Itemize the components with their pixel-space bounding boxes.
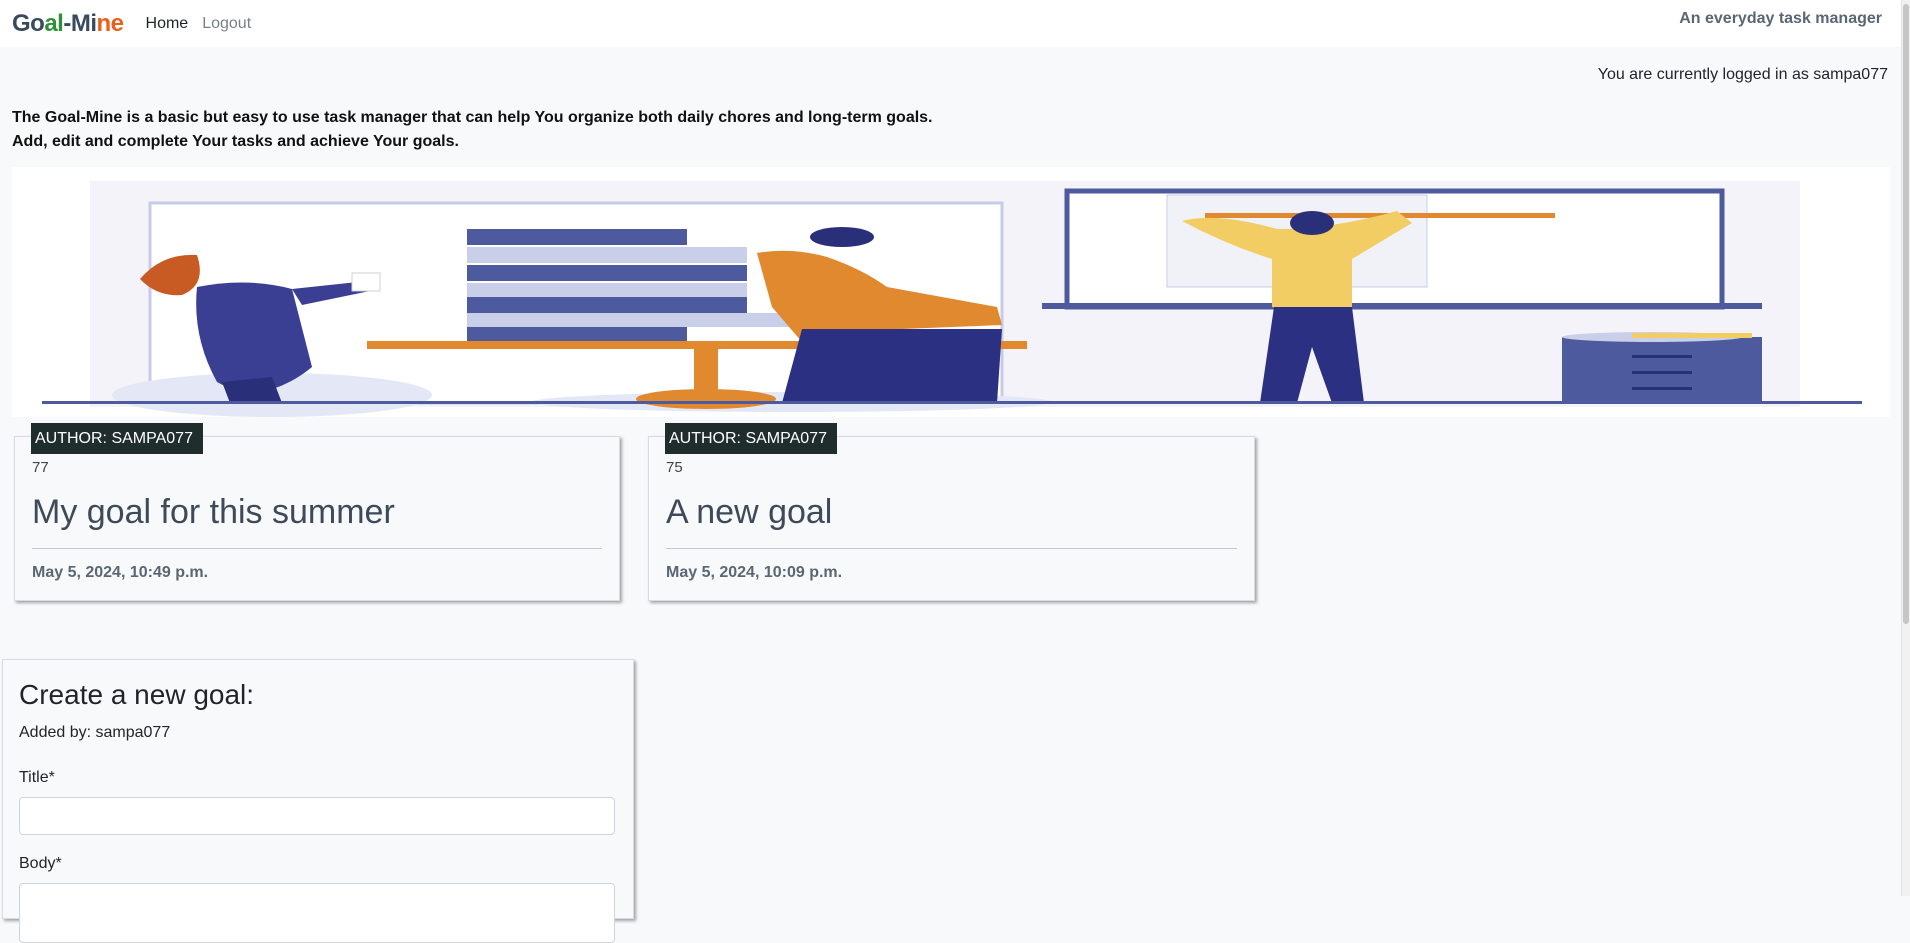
goal-id: 77 [32,459,49,476]
title-input[interactable] [19,797,615,835]
goal-card[interactable]: AUTHOR: SAMPA077 75 A new goal May 5, 20… [648,423,1255,601]
goal-divider [32,548,602,549]
nav-logout-link[interactable]: Logout [202,15,251,33]
author-badge: AUTHOR: SAMPA077 [665,423,837,454]
intro-text: The Goal-Mine is a basic but easy to use… [12,106,933,154]
login-status: You are currently logged in as sampa077 [1597,66,1888,83]
goal-divider [666,548,1237,549]
goal-title-link[interactable]: A new goal [666,493,832,532]
brand-part-3: -Mi [63,9,97,37]
brand-part-1: Go [12,9,45,37]
scrollbar-thumb[interactable] [1903,4,1909,624]
tagline: An everyday task manager [1679,10,1882,27]
goal-card[interactable]: AUTHOR: SAMPA077 77 My goal for this sum… [14,423,620,601]
body-textarea[interactable] [19,883,615,943]
nav-home-link[interactable]: Home [146,15,189,33]
create-goal-form: Create a new goal: Added by: sampa077 Ti… [2,659,634,943]
hero-illustration [12,167,1890,417]
goal-title-link[interactable]: My goal for this summer [32,493,395,532]
brand-part-2: al [44,9,64,37]
goal-id: 75 [666,459,683,476]
brand-logo[interactable]: Goal-Mine [12,10,124,38]
form-heading: Create a new goal: [19,679,255,710]
intro-line-1: The Goal-Mine is a basic but easy to use… [12,109,933,126]
page-scrollbar[interactable] [1901,0,1910,896]
goal-date: May 5, 2024, 10:49 p.m. [32,564,209,581]
intro-line-2: Add, edit and complete Your tasks and ac… [12,133,459,150]
added-by-text: Added by: sampa077 [19,724,171,741]
author-badge: AUTHOR: SAMPA077 [31,423,203,454]
hero-illustration-image [42,181,1862,417]
title-label: Title* [19,769,55,786]
goal-date: May 5, 2024, 10:09 p.m. [666,564,843,581]
brand-part-4: ne [96,9,125,37]
body-label: Body* [19,855,62,872]
navbar: Goal-Mine Home Logout An everyday task m… [0,0,1910,47]
